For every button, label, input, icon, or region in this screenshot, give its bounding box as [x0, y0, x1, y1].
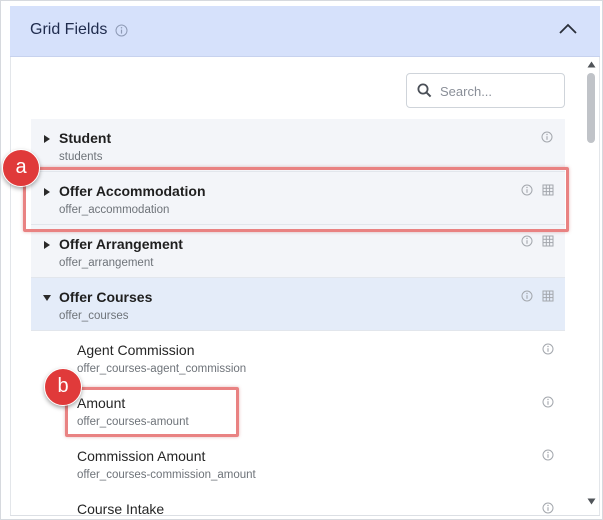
table-grid-icon[interactable] — [542, 184, 554, 196]
info-circle-icon[interactable] — [542, 449, 554, 461]
annotation-badge-b: b — [44, 368, 82, 406]
field-row-agent-commission[interactable]: Agent Commission offer_courses-agent_com… — [31, 331, 565, 384]
group-row-student[interactable]: Student students — [31, 119, 565, 172]
annotation-badge-a: a — [2, 149, 40, 187]
group-label: Offer Courses — [59, 289, 153, 305]
search-icon — [417, 83, 432, 98]
caret-right-icon[interactable] — [43, 187, 51, 197]
caret-right-icon[interactable] — [43, 240, 51, 250]
info-circle-icon[interactable] — [541, 131, 553, 143]
grid-fields-panel: Grid Fields Student students — [0, 0, 603, 520]
group-label: Offer Accommodation — [59, 183, 206, 199]
field-label: Course Intake — [77, 501, 165, 515]
info-circle-icon[interactable] — [115, 24, 128, 37]
vertical-scrollbar[interactable] — [584, 57, 598, 509]
field-label: Commission Amount — [77, 448, 206, 464]
field-list: Student students Offer Accommodation off… — [31, 119, 565, 515]
field-label: Agent Commission — [77, 342, 195, 358]
group-key: offer_accommodation — [59, 204, 170, 216]
info-circle-icon[interactable] — [521, 290, 533, 302]
panel-title: Grid Fields — [30, 21, 108, 38]
table-grid-icon[interactable] — [542, 290, 554, 302]
field-key: offer_courses-amount — [77, 416, 189, 428]
panel-header[interactable]: Grid Fields — [10, 6, 600, 57]
table-grid-icon[interactable] — [542, 235, 554, 247]
group-key: offer_arrangement — [59, 257, 154, 269]
group-row-offer-accommodation[interactable]: Offer Accommodation offer_accommodation — [31, 172, 565, 225]
field-row-amount[interactable]: Amount offer_courses-amount — [31, 384, 565, 437]
info-circle-icon[interactable] — [542, 502, 554, 514]
scrollbar-thumb[interactable] — [587, 73, 595, 143]
group-key: students — [59, 151, 103, 163]
group-row-offer-courses[interactable]: Offer Courses offer_courses — [31, 278, 565, 331]
info-circle-icon[interactable] — [542, 343, 554, 355]
group-row-offer-arrangement[interactable]: Offer Arrangement offer_arrangement — [31, 225, 565, 278]
info-circle-icon[interactable] — [521, 184, 533, 196]
chevron-up-icon[interactable] — [558, 22, 578, 36]
group-key: offer_courses — [59, 310, 129, 322]
info-circle-icon[interactable] — [521, 235, 533, 247]
field-key: offer_courses-agent_commission — [77, 363, 247, 375]
panel-bottom-border — [10, 515, 600, 516]
caret-right-icon[interactable] — [43, 134, 51, 144]
group-label: Student — [59, 130, 112, 146]
panel-body: Student students Offer Accommodation off… — [10, 57, 600, 515]
field-label: Amount — [77, 395, 126, 411]
scroll-down-arrow-icon[interactable] — [587, 498, 596, 505]
field-row-course-intake[interactable]: Course Intake offer_courses-course_intak… — [31, 490, 565, 515]
field-row-commission-amount[interactable]: Commission Amount offer_courses-commissi… — [31, 437, 565, 490]
scroll-up-arrow-icon[interactable] — [587, 61, 596, 68]
field-key: offer_courses-commission_amount — [77, 469, 256, 481]
caret-down-icon[interactable] — [42, 294, 52, 302]
info-circle-icon[interactable] — [542, 396, 554, 408]
group-label: Offer Arrangement — [59, 236, 183, 252]
search-input[interactable] — [440, 80, 558, 102]
search-box[interactable] — [406, 73, 565, 108]
